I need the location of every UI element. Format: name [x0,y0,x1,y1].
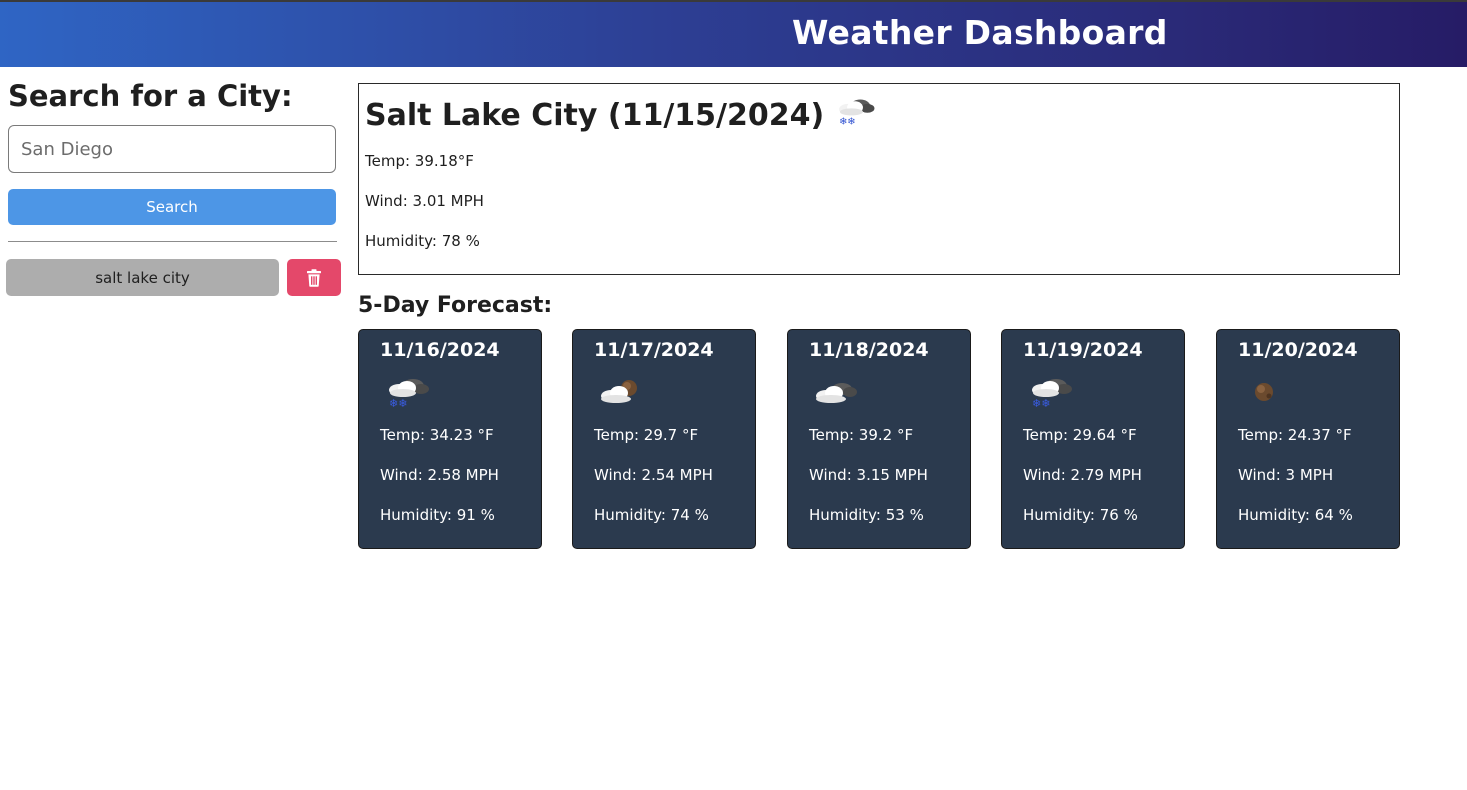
header-bar: Weather Dashboard [0,0,1467,67]
snow-cloud-icon: ❄❄ [1024,374,1076,410]
forecast-temp: Temp: 29.64 °F [1023,426,1137,444]
current-weather-title: Salt Lake City (11/15/2024) ❄❄ [365,93,878,137]
svg-text:❄❄: ❄❄ [1032,397,1050,410]
trash-icon [307,268,321,287]
forecast-wind: Wind: 2.79 MPH [1023,466,1142,484]
search-input[interactable] [8,125,336,173]
forecast-humidity: Humidity: 74 % [594,506,709,524]
current-city-date: Salt Lake City (11/15/2024) [365,97,825,133]
divider [8,241,337,242]
sidebar: Search for a City: Search salt lake city [0,67,345,790]
forecast-humidity: Humidity: 53 % [809,506,924,524]
current-humidity: Humidity: 78 % [365,232,480,250]
forecast-wind: Wind: 2.54 MPH [594,466,713,484]
forecast-date: 11/18/2024 [809,339,929,361]
partly-cloudy-icon [595,374,647,410]
search-heading: Search for a City: [8,79,293,113]
forecast-date: 11/17/2024 [594,339,714,361]
history-item: salt lake city [6,259,341,296]
search-button[interactable]: Search [8,189,336,225]
forecast-date: 11/20/2024 [1238,339,1358,361]
delete-history-button[interactable] [287,259,341,296]
forecast-humidity: Humidity: 76 % [1023,506,1138,524]
forecast-temp: Temp: 34.23 °F [380,426,494,444]
clear-icon [1239,374,1291,410]
forecast-wind: Wind: 3 MPH [1238,466,1334,484]
forecast-wind: Wind: 2.58 MPH [380,466,499,484]
forecast-date: 11/16/2024 [380,339,500,361]
forecast-card: 11/19/2024 ❄❄ Temp: 29.64 °F Wind: 2.79 … [1001,329,1185,549]
history-city-button[interactable]: salt lake city [6,259,279,296]
forecast-humidity: Humidity: 91 % [380,506,495,524]
forecast-card: 11/16/2024 ❄❄ Temp: 34.23 °F Wind: 2.58 … [358,329,542,549]
forecast-card: 11/20/2024 Temp: 24.37 °F Wind: 3 MPH Hu… [1216,329,1400,549]
forecast-temp: Temp: 39.2 °F [809,426,914,444]
main-content: Salt Lake City (11/15/2024) ❄❄ Temp: 39.… [358,67,1400,790]
svg-text:❄❄: ❄❄ [389,397,407,410]
snow-cloud-icon: ❄❄ [381,374,433,410]
svg-text:❄❄: ❄❄ [839,116,855,127]
forecast-humidity: Humidity: 64 % [1238,506,1353,524]
forecast-heading: 5-Day Forecast: [358,293,553,318]
forecast-temp: Temp: 29.7 °F [594,426,699,444]
page-title: Weather Dashboard [792,13,1168,52]
current-wind: Wind: 3.01 MPH [365,192,484,210]
forecast-card: 11/17/2024 Temp: 29.7 °F Wind: 2.54 MPH … [572,329,756,549]
cloudy-icon [810,374,862,410]
current-weather-card: Salt Lake City (11/15/2024) ❄❄ Temp: 39.… [358,83,1400,275]
snow-cloud-icon: ❄❄ [832,93,878,137]
forecast-temp: Temp: 24.37 °F [1238,426,1352,444]
forecast-date: 11/19/2024 [1023,339,1143,361]
current-temp: Temp: 39.18°F [365,152,474,170]
forecast-wind: Wind: 3.15 MPH [809,466,928,484]
forecast-card: 11/18/2024 Temp: 39.2 °F Wind: 3.15 MPH … [787,329,971,549]
